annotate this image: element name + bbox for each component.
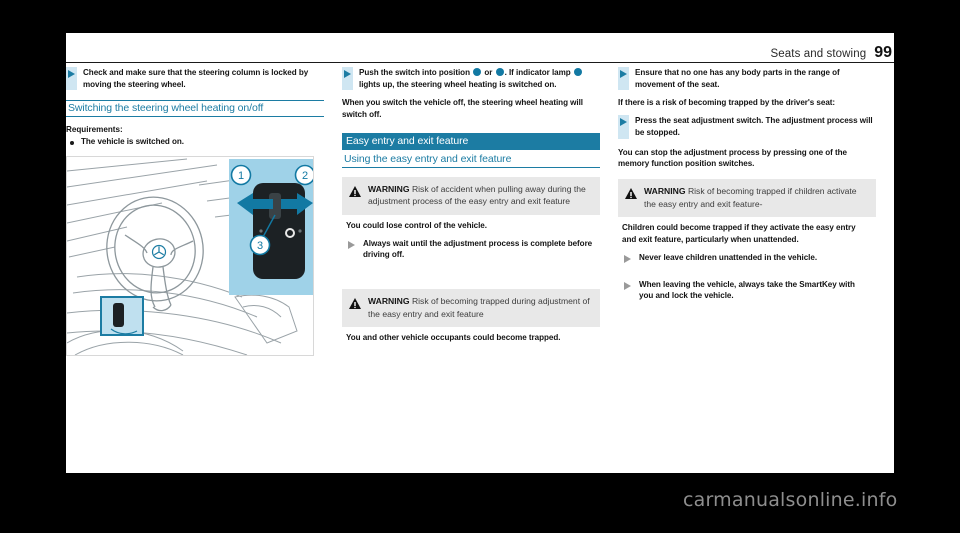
switch-instruction-part3: . [504,68,507,77]
warning-consequence: You could lose control of the vehicle. [346,220,487,230]
warning-box-children-trapped: WARNING Risk of becoming trapped if chil… [618,179,876,321]
column-2: Push the switch into position or . If in… [342,67,600,467]
list-item: Press the seat adjustment switch. The ad… [618,115,876,139]
list-item: Ensure that no one has any body parts in… [618,67,876,91]
warning-header: WARNING Risk of becoming trapped during … [342,289,600,327]
page-title: Seats and stowing [770,48,867,60]
manual-page: Seats and stowing 99 Check and make sure… [66,33,894,473]
warning-label: WARNING [368,296,410,307]
warning-triangle-icon [349,184,361,208]
warning-header: WARNING Risk of becoming trapped if chil… [618,179,876,218]
arrow-bullet-icon [622,251,633,272]
warning-label: WARNING [644,186,686,197]
arrow-bullet-icon [618,115,629,139]
page-header: Seats and stowing 99 [66,33,894,63]
warning-body: You could lose control of the vehicle. A… [342,214,600,281]
list-item: The vehicle is switched on. [66,136,324,148]
steering-heating-off-note: When you switch the vehicle off, the ste… [342,98,584,120]
list-item-text: The vehicle is switched on. [81,137,184,147]
figure-illustration: 1 2 3 [67,157,313,356]
indicator-dot-icon [495,68,504,76]
arrow-bullet-icon [66,67,77,91]
list-item: Check and make sure that the steering co… [66,67,324,91]
svg-text:1: 1 [238,170,244,182]
column-1: Check and make sure that the steering co… [66,67,324,467]
indicator-dot-icon [473,68,482,76]
switch-instruction-part1: Push the switch into position [359,68,470,77]
page-number: 99 [874,44,892,61]
arrow-bullet-icon [346,237,357,268]
warning-action: Always wait until the adjustment process… [363,238,593,260]
watermark: carmanualsonline.info [683,489,898,511]
list-item-text: Press the seat adjustment switch. The ad… [635,116,873,137]
section-heading-steering-heating: Switching the steering wheel heating on/… [66,100,324,118]
content-columns: Check and make sure that the steering co… [66,67,894,467]
arrow-bullet-icon [622,278,633,308]
list-item-text: Check and make sure that the steering co… [83,68,309,89]
list-item: When leaving the vehicle, always take th… [622,278,870,308]
warning-triangle-icon [625,186,637,210]
warning-label: WARNING [368,183,410,194]
warning-box-trapped-adjustment: WARNING Risk of becoming trapped during … [342,289,600,356]
section-banner-easy-entry: Easy entry and exit feature [342,132,600,150]
list-item: Never leave children unattended in the v… [622,251,870,272]
svg-text:2: 2 [302,170,308,182]
warning-text: WARNING Risk of becoming trapped during … [368,295,592,320]
list-item-text: Push the switch into position or . If in… [359,67,600,90]
warning-header: WARNING Risk of accident when pulling aw… [342,176,600,215]
switch-instruction-part2: or [484,68,493,77]
figure-steering-column-switch: 1 2 3 [66,156,314,357]
dot-bullet-icon [70,141,74,146]
svg-text:3: 3 [257,240,263,252]
warning-action: Never leave children unattended in the v… [639,252,818,262]
risk-condition-text: If there is a risk of becoming trapped b… [618,98,836,108]
warning-body: You and other vehicle occupants could be… [342,326,600,356]
warning-text: WARNING Risk of becoming trapped if chil… [644,185,868,210]
warning-body: Children could become trapped if they ac… [618,217,876,321]
warning-consequence: Children could become trapped if they ac… [622,223,856,244]
arrow-bullet-icon [618,67,629,91]
list-item-text: Ensure that no one has any body parts in… [635,68,840,89]
warning-box-accident: WARNING Risk of accident when pulling aw… [342,176,600,281]
warning-action: When leaving the vehicle, always take th… [639,279,855,301]
arrow-bullet-icon [342,67,353,91]
requirements-label: Requirements: [66,125,123,135]
column-3: Ensure that no one has any body parts in… [618,67,876,467]
warning-consequence: You and other vehicle occupants could be… [346,332,561,342]
screenshot-root: Seats and stowing 99 Check and make sure… [0,0,960,533]
list-item: Always wait until the adjustment process… [346,237,594,268]
warning-text: WARNING Risk of accident when pulling aw… [368,183,592,208]
memory-switch-note: You can stop the adjustment process by p… [618,147,848,169]
indicator-instruction-part1: If indicator lamp [508,68,571,77]
indicator-instruction-part2: lights up, the steering wheel heating is… [359,79,557,89]
warning-triangle-icon [349,296,361,320]
subsection-heading-using-easy-entry: Using the easy entry and exit feature [342,152,600,168]
indicator-dot-icon [573,68,582,76]
list-item: Push the switch into position or . If in… [342,67,600,91]
